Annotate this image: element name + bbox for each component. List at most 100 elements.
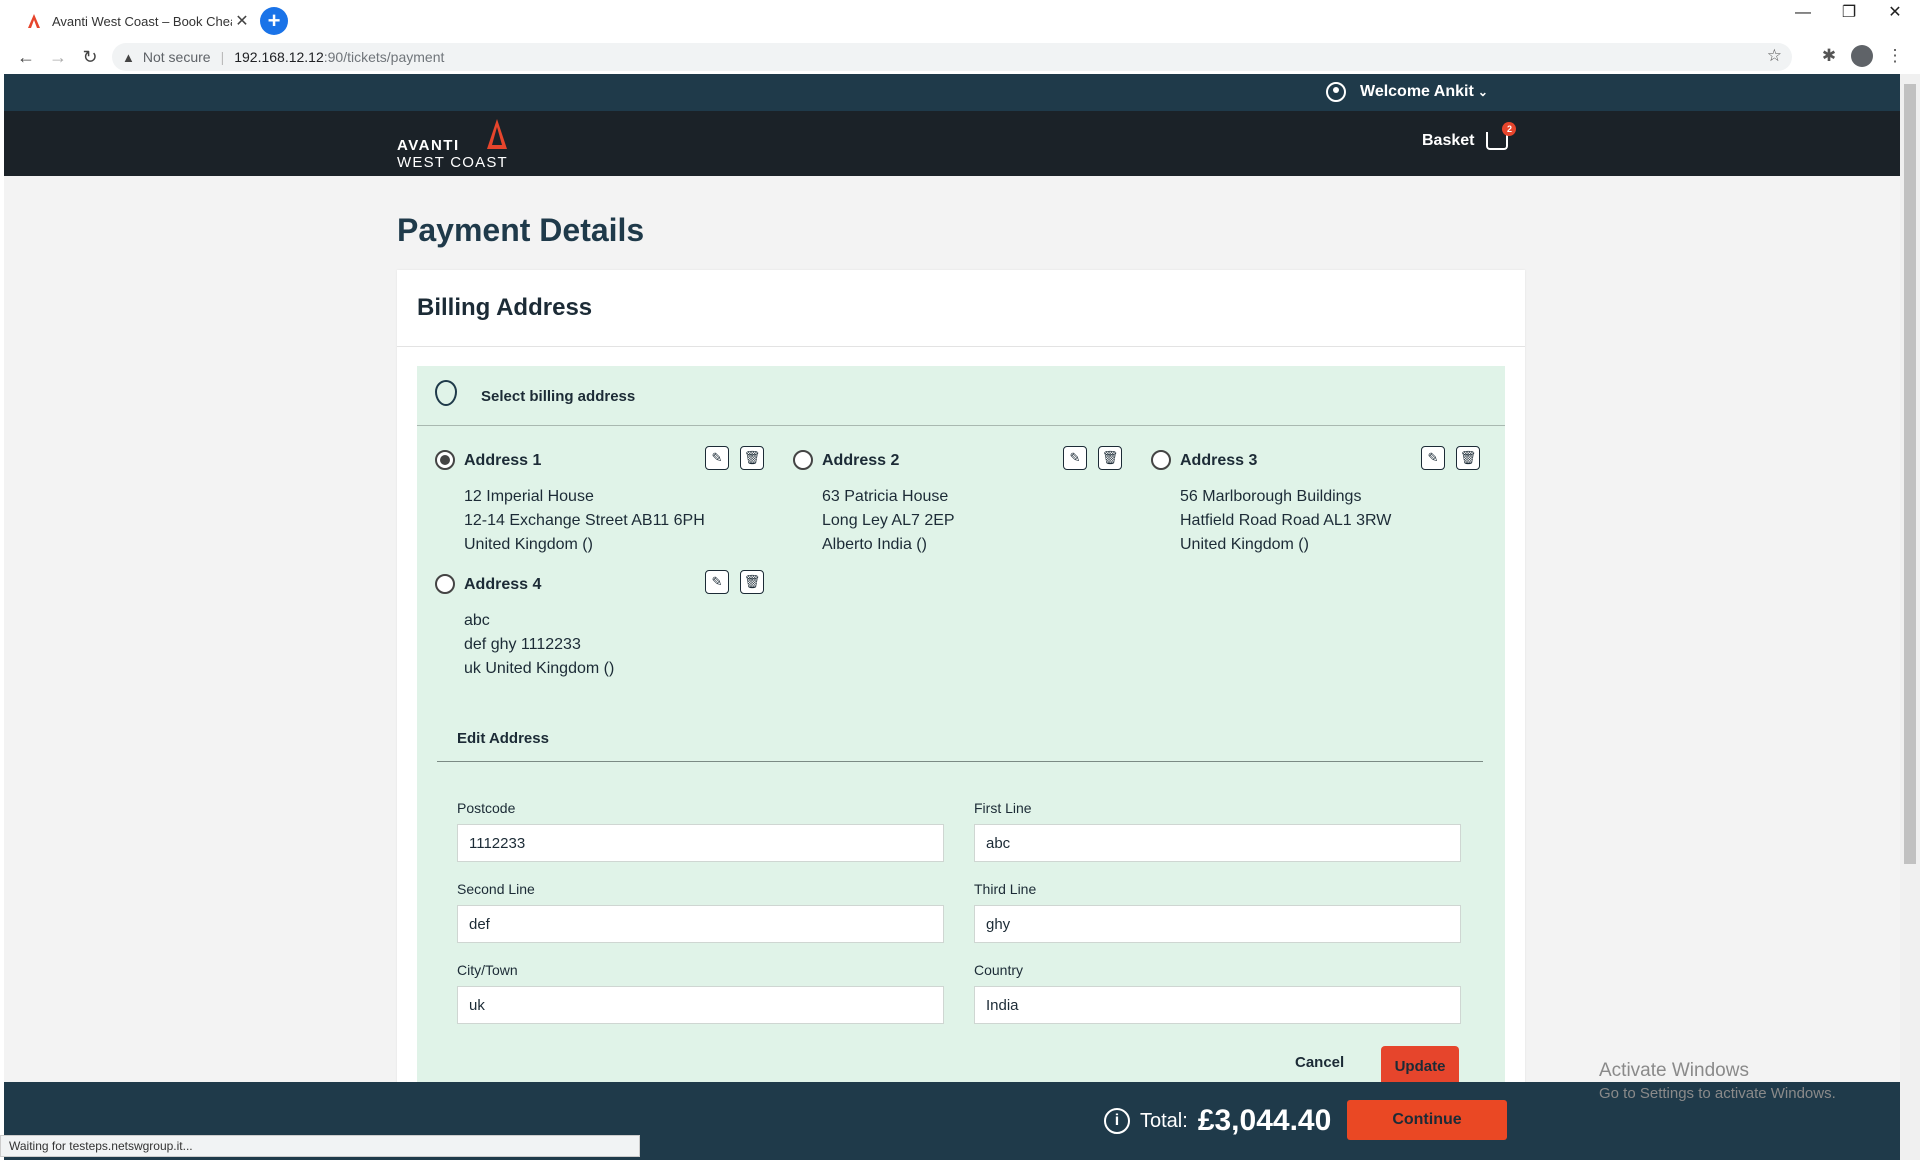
total-label: Total:	[1140, 1109, 1188, 1132]
tab-strip: Avanti West Coast – Book Cheap ✕ + — ❐ ✕	[0, 0, 1920, 40]
browser-tab[interactable]: Avanti West Coast – Book Cheap ✕	[16, 4, 252, 38]
address-option[interactable]: Address 1 ✎ 🗑 12 Imperial House 12-14 Ex…	[435, 440, 770, 560]
address-name: Address 1	[464, 452, 542, 469]
address-bar: ← → ↻ ▲ Not secure | 192.168.12.12:90/ti…	[0, 40, 1920, 74]
account-menu[interactable]: Welcome Ankit ⌄	[1326, 82, 1488, 102]
address-name: Address 3	[1180, 452, 1258, 469]
postcode-input[interactable]	[457, 824, 944, 862]
divider	[397, 346, 1525, 347]
second-line-label: Second Line	[457, 881, 535, 897]
site-header: AVANTI WEST COAST Basket 2	[4, 111, 1900, 176]
city-field: City/Town	[457, 962, 944, 1024]
forward-icon[interactable]: →	[46, 45, 70, 69]
continue-button[interactable]: Continue	[1347, 1100, 1507, 1140]
profile-icon[interactable]	[1851, 45, 1873, 67]
menu-icon[interactable]: ⋮	[1884, 46, 1906, 68]
avanti-logo[interactable]: AVANTI WEST COAST	[397, 119, 508, 171]
scrollbar-thumb[interactable]	[1904, 84, 1916, 864]
basket-icon: 2	[1486, 122, 1517, 150]
status-bar: Waiting for testeps.netswgroup.it...	[0, 1135, 640, 1157]
billing-panel: Select billing address Address 1 ✎ 🗑 12 …	[417, 366, 1505, 1160]
second-line-input[interactable]	[457, 905, 944, 943]
edit-address-heading: Edit Address	[457, 730, 549, 747]
tab-close-icon[interactable]: ✕	[232, 11, 252, 31]
reload-icon[interactable]: ↻	[78, 45, 102, 69]
second-line-field: Second Line	[457, 881, 944, 943]
url-host: 192.168.12.12	[234, 49, 324, 65]
address-radio[interactable]	[1151, 450, 1171, 470]
address-name: Address 2	[822, 452, 900, 469]
address-line: 12 Imperial House	[464, 488, 594, 505]
billing-card: Billing Address Select billing address A…	[397, 270, 1525, 1160]
select-address-label: Select billing address	[481, 388, 636, 405]
edit-pencil-icon[interactable]: ✎	[705, 446, 729, 470]
url-path: :90/tickets/payment	[323, 49, 445, 65]
first-line-input[interactable]	[974, 824, 1461, 862]
edit-pencil-icon[interactable]: ✎	[1421, 446, 1445, 470]
address-line: 12-14 Exchange Street AB11 6PH	[464, 512, 705, 529]
postcode-label: Postcode	[457, 800, 516, 816]
tab-title: Avanti West Coast – Book Cheap	[52, 13, 232, 29]
logo-arrow-icon	[487, 119, 507, 149]
address-option[interactable]: Address 3 ✎ 🗑 56 Marlborough Buildings H…	[1151, 440, 1486, 560]
windows-activation-watermark: Activate Windows Go to Settings to activ…	[1599, 1060, 1836, 1102]
url-omnibox[interactable]: ▲ Not secure | 192.168.12.12:90/tickets/…	[112, 43, 1792, 71]
chevron-down-icon: ⌄	[1477, 85, 1488, 99]
country-field: Country	[974, 962, 1461, 1024]
city-label: City/Town	[457, 962, 518, 978]
minimize-icon[interactable]: —	[1780, 0, 1826, 28]
logo-line2: WEST COAST	[397, 154, 508, 171]
address-line: def ghy 1112233	[464, 636, 581, 653]
avanti-favicon-icon	[28, 14, 40, 28]
address-line: 56 Marlborough Buildings	[1180, 488, 1362, 505]
page-title: Payment Details	[397, 212, 645, 248]
third-line-label: Third Line	[974, 881, 1037, 897]
address-name: Address 4	[464, 576, 542, 593]
address-option[interactable]: Address 2 ✎ 🗑 63 Patricia House Long Ley…	[793, 440, 1128, 560]
bookmark-star-icon[interactable]: ☆	[1767, 46, 1782, 66]
delete-trash-icon[interactable]: 🗑	[740, 446, 764, 470]
scrollbar[interactable]	[1900, 74, 1920, 1160]
delete-trash-icon[interactable]: 🗑	[740, 570, 764, 594]
country-label: Country	[974, 962, 1024, 978]
omnibox-separator: |	[220, 49, 225, 65]
new-tab-button[interactable]: +	[260, 7, 288, 35]
city-input[interactable]	[457, 986, 944, 1024]
address-line: Hatfield Road Road AL1 3RW	[1180, 512, 1392, 529]
update-button[interactable]: Update	[1381, 1046, 1459, 1086]
basket-link[interactable]: Basket 2	[1422, 122, 1517, 150]
welcome-text: Welcome Ankit	[1360, 83, 1474, 100]
address-radio[interactable]	[435, 574, 455, 594]
delete-trash-icon[interactable]: 🗑	[1456, 446, 1480, 470]
edit-pencil-icon[interactable]: ✎	[1063, 446, 1087, 470]
warning-icon: ▲	[122, 49, 135, 65]
divider	[437, 761, 1483, 762]
select-address-header: Select billing address	[417, 366, 1505, 426]
total-summary: i Total: £3,044.40	[1104, 1104, 1331, 1138]
address-option[interactable]: Address 4 ✎ 🗑 abc def ghy 1112233 uk Uni…	[435, 564, 770, 684]
address-line: Alberto India ()	[822, 536, 927, 553]
total-value: £3,044.40	[1197, 1104, 1332, 1137]
third-line-field: Third Line	[974, 881, 1461, 943]
cancel-button[interactable]: Cancel	[1295, 1054, 1344, 1071]
address-line: United Kingdom ()	[1180, 536, 1309, 553]
basket-label: Basket	[1422, 132, 1475, 149]
page-viewport: Welcome Ankit ⌄ AVANTI WEST COAST Basket…	[4, 74, 1900, 1160]
edit-pencil-icon[interactable]: ✎	[705, 570, 729, 594]
address-line: abc	[464, 612, 490, 629]
back-icon[interactable]: ←	[14, 45, 38, 69]
window-close-icon[interactable]: ✕	[1872, 0, 1918, 28]
address-radio[interactable]	[435, 450, 455, 470]
extensions-icon[interactable]: ✱	[1818, 46, 1840, 68]
info-icon[interactable]: i	[1104, 1108, 1130, 1134]
address-line: United Kingdom ()	[464, 536, 593, 553]
top-utility-bar: Welcome Ankit ⌄	[4, 74, 1900, 111]
restore-icon[interactable]: ❐	[1826, 0, 1872, 28]
third-line-input[interactable]	[974, 905, 1461, 943]
address-line: uk United Kingdom ()	[464, 660, 615, 677]
address-line: Long Ley AL7 2EP	[822, 512, 955, 529]
delete-trash-icon[interactable]: 🗑	[1098, 446, 1122, 470]
security-label: Not secure	[142, 49, 211, 65]
address-radio[interactable]	[793, 450, 813, 470]
country-input[interactable]	[974, 986, 1461, 1024]
